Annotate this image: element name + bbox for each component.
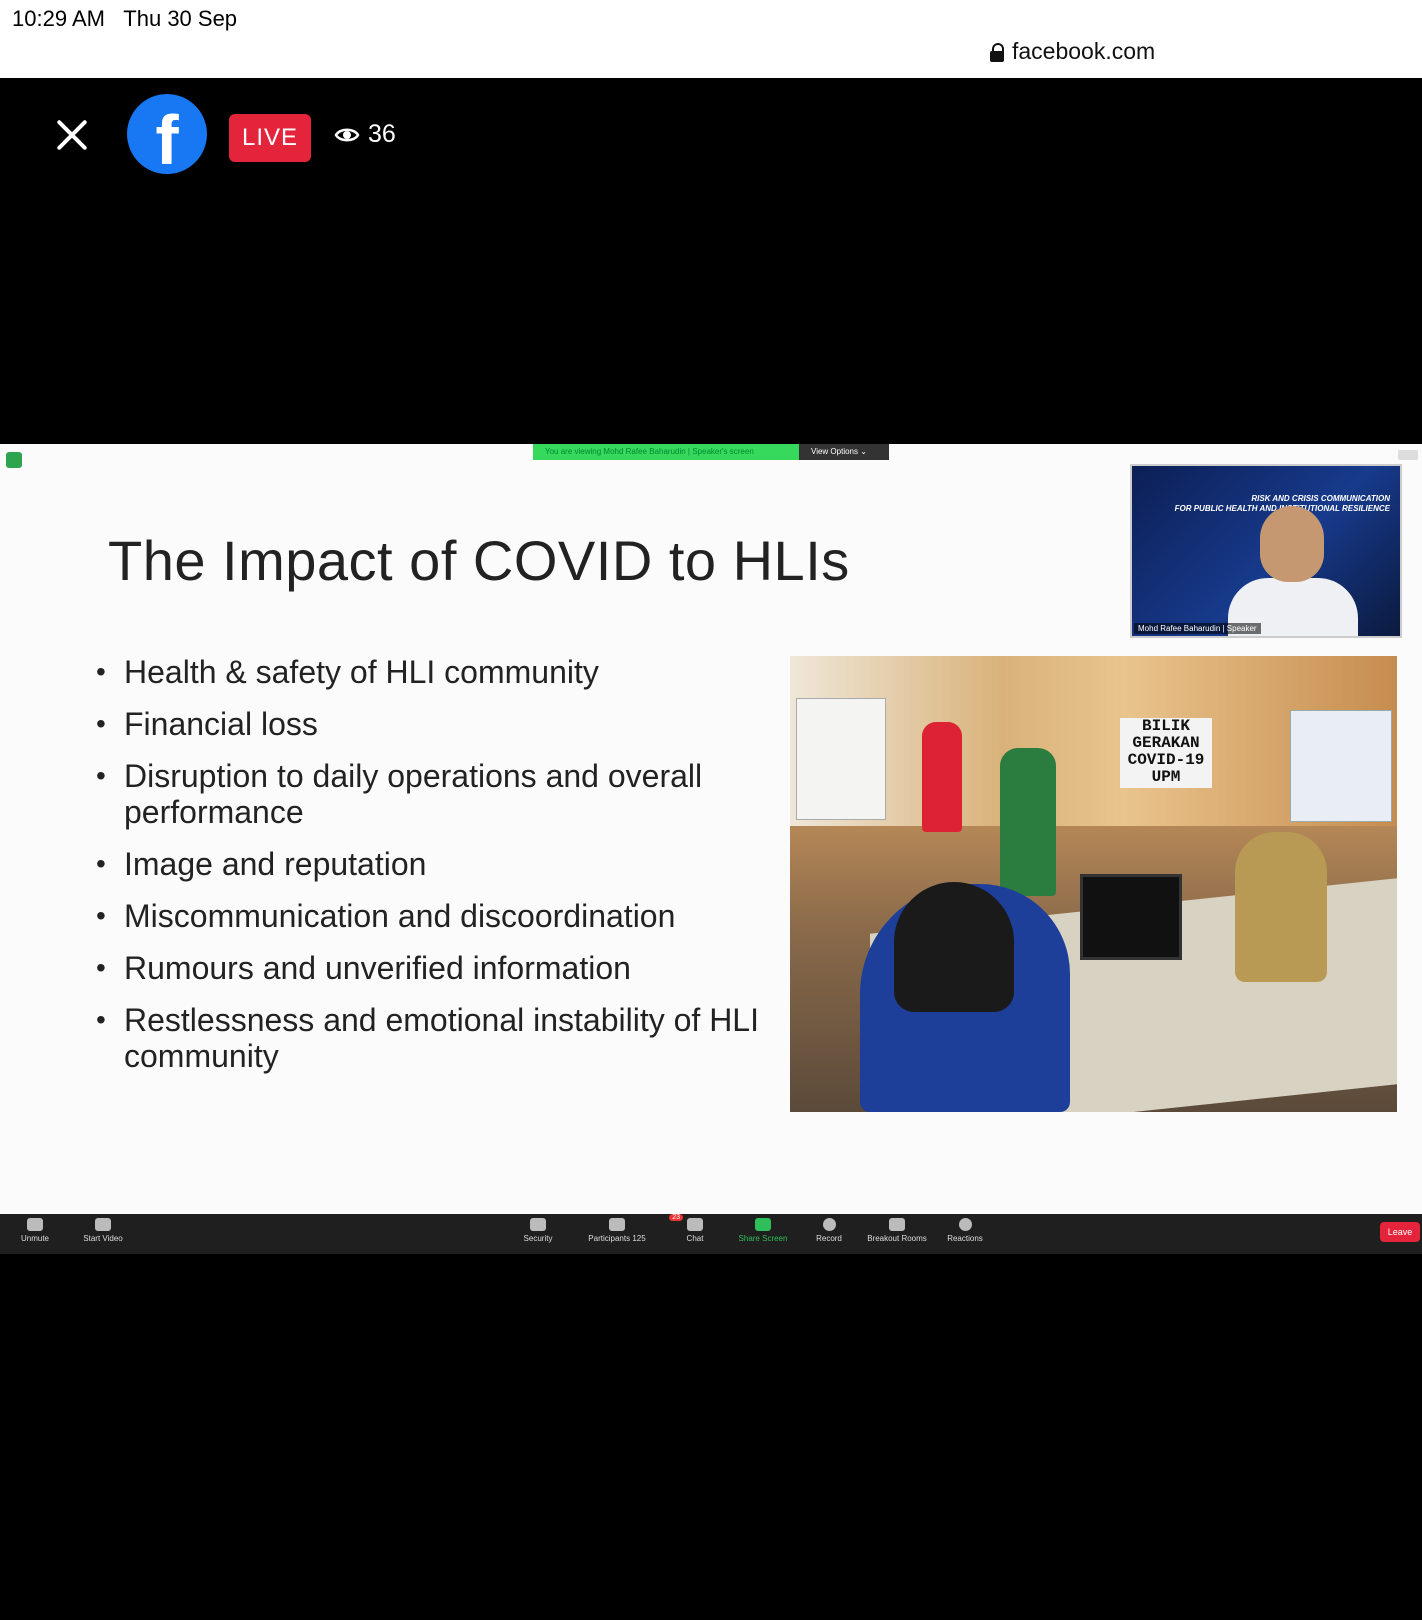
participants-text: Participants — [588, 1234, 631, 1243]
start-video-button[interactable]: Start Video — [68, 1218, 138, 1243]
bullet-item: Disruption to daily operations and overa… — [96, 758, 776, 830]
viewing-banner: You are viewing Mohd Rafee Baharudin | S… — [533, 444, 889, 460]
speaker-video-tile[interactable]: RISK AND CRISIS COMMUNICATION FOR PUBLIC… — [1130, 464, 1402, 638]
bullet-item: Restlessness and emotional instability o… — [96, 1002, 776, 1074]
breakout-rooms-label: Breakout Rooms — [867, 1234, 927, 1243]
eye-icon — [334, 124, 360, 146]
participants-icon — [609, 1218, 625, 1231]
participants-button[interactable]: Participants 125 — [582, 1218, 652, 1243]
status-time: 10:29 AM Thu 30 Sep — [12, 6, 237, 32]
share-screen-icon — [755, 1218, 771, 1231]
slide-title: The Impact of COVID to HLIs — [108, 529, 850, 592]
browser-status-bar: 10:29 AM Thu 30 Sep facebook.com — [0, 0, 1422, 78]
bullet-item: Miscommunication and discoordination — [96, 898, 776, 934]
sign-line: UPM — [1151, 768, 1181, 786]
security-label: Security — [523, 1234, 553, 1243]
start-video-label: Start Video — [83, 1234, 123, 1243]
viewing-banner-text: You are viewing Mohd Rafee Baharudin | S… — [533, 444, 799, 460]
window-control-icon[interactable] — [1398, 450, 1418, 460]
lock-icon — [990, 42, 1004, 62]
security-shield-icon — [6, 452, 22, 468]
viewer-count-value: 36 — [368, 120, 396, 148]
slide-bullet-list: Health & safety of HLI community Financi… — [96, 654, 776, 1090]
backdrop-line: RISK AND CRISIS COMMUNICATION — [1251, 494, 1390, 503]
bullet-item: Rumours and unverified information — [96, 950, 776, 986]
zoom-shared-screen: You are viewing Mohd Rafee Baharudin | S… — [0, 444, 1422, 1254]
chat-badge: 23 — [669, 1214, 683, 1221]
chat-button[interactable]: 23 Chat — [660, 1214, 730, 1243]
security-button[interactable]: Security — [503, 1218, 573, 1243]
clock-time: 10:29 AM — [12, 6, 105, 31]
leave-button[interactable]: Leave — [1380, 1222, 1420, 1242]
participants-label: Participants 125 — [582, 1234, 652, 1243]
sign-line: COVID-19 — [1127, 751, 1205, 769]
share-screen-button[interactable]: Share Screen — [728, 1218, 798, 1243]
photo-monitor — [1080, 874, 1182, 960]
sign-line: BILIK — [1141, 717, 1190, 735]
reactions-button[interactable]: Reactions — [930, 1218, 1000, 1243]
photo-sign: BILIK GERAKAN COVID-19 UPM — [1120, 718, 1212, 788]
zoom-toolbar: Unmute Start Video Security Participants… — [0, 1214, 1422, 1254]
record-button[interactable]: Record — [794, 1218, 864, 1243]
speaker-name-label: Mohd Rafee Baharudin | Speaker — [1134, 623, 1261, 634]
bullet-item: Health & safety of HLI community — [96, 654, 776, 690]
clock-date: Thu 30 Sep — [123, 6, 238, 31]
address-bar[interactable]: facebook.com — [990, 38, 1155, 65]
record-icon — [822, 1218, 836, 1231]
facebook-logo-icon: f — [127, 94, 207, 174]
reactions-icon — [958, 1218, 972, 1231]
photo-person — [922, 722, 962, 832]
photo-person — [1000, 748, 1056, 896]
video-off-icon — [95, 1218, 111, 1231]
bullet-item: Image and reputation — [96, 846, 776, 882]
photo-person — [1235, 832, 1327, 982]
fb-live-header: f LIVE 36 — [0, 78, 1422, 444]
reactions-label: Reactions — [947, 1234, 983, 1243]
viewer-count: 36 — [334, 120, 396, 149]
breakout-rooms-button[interactable]: Breakout Rooms — [862, 1218, 932, 1243]
chat-label: Chat — [686, 1234, 704, 1243]
sign-line: GERAKAN — [1132, 734, 1200, 752]
live-badge: LIVE — [229, 114, 311, 162]
record-label: Record — [816, 1234, 842, 1243]
shield-icon — [530, 1218, 546, 1231]
photo-wall-chart — [1290, 710, 1392, 822]
url-text[interactable]: facebook.com — [1012, 38, 1155, 65]
share-screen-label: Share Screen — [738, 1234, 788, 1243]
view-options-button[interactable]: View Options ⌄ — [799, 444, 889, 460]
mic-muted-icon — [27, 1218, 43, 1231]
speaker-face — [1260, 506, 1324, 582]
bullet-item: Financial loss — [96, 706, 776, 742]
participants-count: 125 — [632, 1234, 646, 1243]
photo-person-head — [894, 882, 1014, 1012]
close-icon[interactable] — [52, 115, 92, 155]
chat-icon: 23 — [669, 1214, 703, 1231]
breakout-rooms-icon — [889, 1218, 905, 1231]
photo-whiteboard — [796, 698, 886, 820]
unmute-button[interactable]: Unmute — [0, 1218, 70, 1243]
slide-photo: BILIK GERAKAN COVID-19 UPM — [790, 656, 1397, 1112]
unmute-label: Unmute — [20, 1234, 49, 1243]
